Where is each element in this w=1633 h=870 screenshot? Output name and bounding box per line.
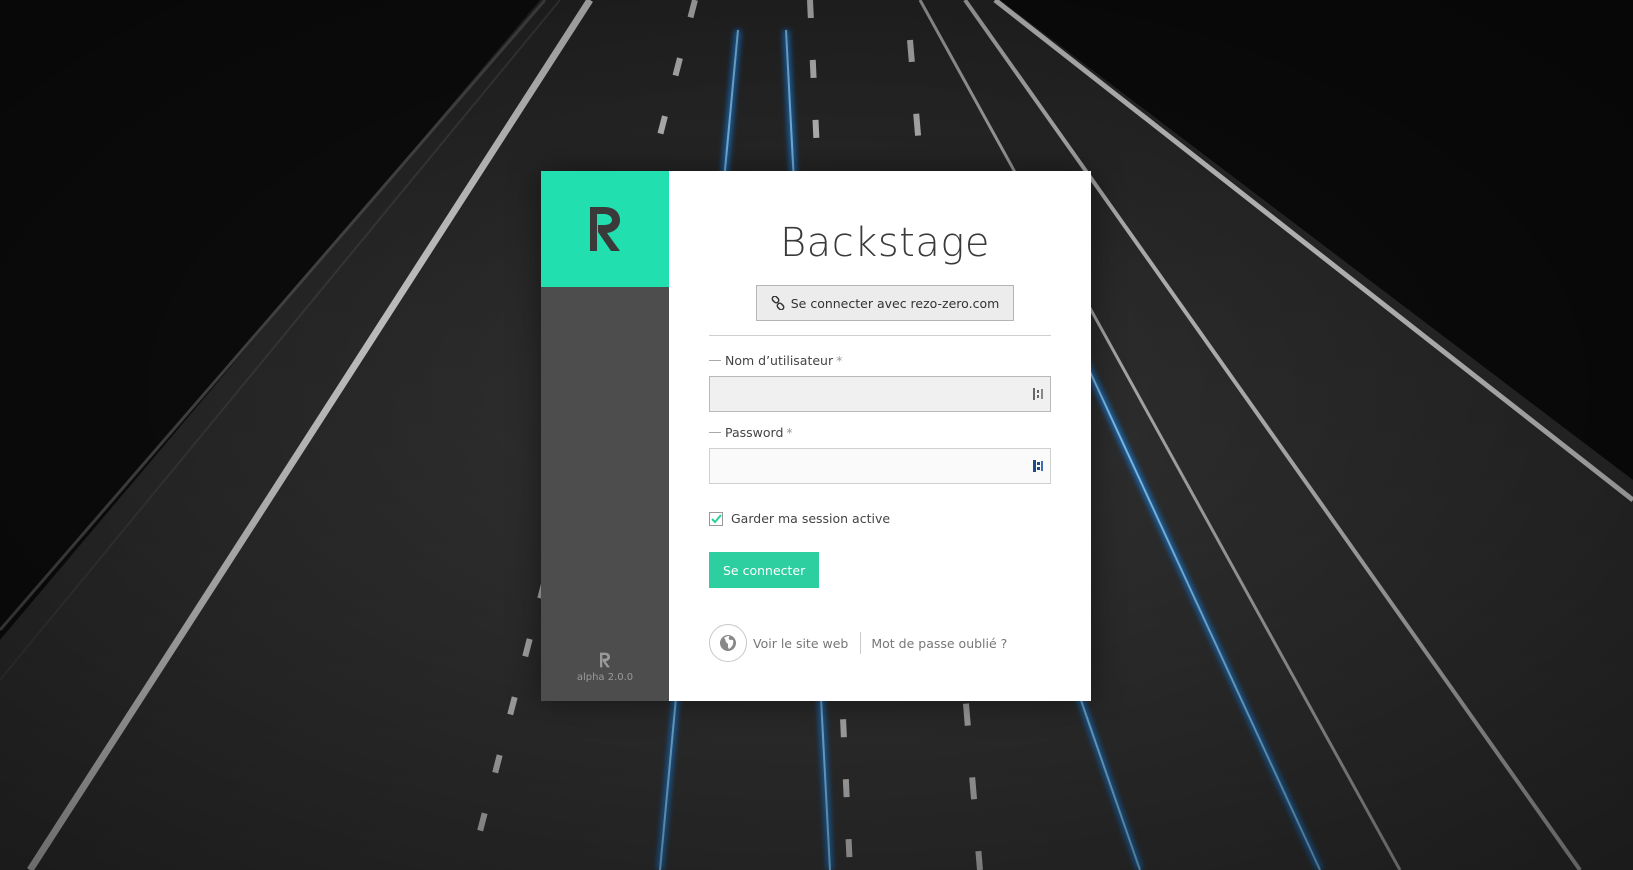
brand-logo-box	[541, 171, 669, 287]
rz-small-logo-icon	[600, 652, 610, 668]
form-divider	[709, 335, 1051, 336]
globe-icon[interactable]	[709, 624, 747, 662]
password-label: Password *	[709, 425, 1051, 440]
link-separator	[860, 632, 862, 654]
brand-sidebar: alpha 2.0.0	[541, 171, 669, 701]
remember-me-label: Garder ma session active	[731, 510, 891, 526]
version-label: alpha 2.0.0	[576, 672, 634, 683]
username-input[interactable]	[709, 376, 1051, 412]
required-mark: *	[786, 425, 793, 440]
username-label-text: Nom d’utilisateur	[725, 353, 834, 368]
username-label: Nom d’utilisateur *	[709, 353, 1051, 368]
password-manager-icon[interactable]	[1033, 459, 1045, 473]
remember-me-checkbox[interactable]	[709, 512, 723, 526]
sso-login-label: Se connecter avec rezo-zero.com	[790, 295, 1000, 311]
remember-me-row: Garder ma session active	[709, 510, 1051, 526]
login-submit-button[interactable]: Se connecter	[709, 552, 820, 588]
sso-login-button[interactable]: Se connecter avec rezo-zero.com	[755, 285, 1015, 321]
view-website-link[interactable]: Voir le site web	[753, 636, 848, 651]
version-footer: alpha 2.0.0	[541, 652, 669, 683]
password-manager-icon[interactable]	[1033, 387, 1045, 401]
footer-links: Voir le site web Mot de passe oublié ?	[709, 624, 1051, 662]
password-input[interactable]	[709, 448, 1051, 484]
login-card: alpha 2.0.0 Backstage Se connecter avec …	[541, 171, 1091, 701]
page-title: Backstage	[779, 220, 990, 266]
rz-logo-icon	[590, 207, 620, 251]
link-icon	[771, 296, 785, 310]
password-label-text: Password	[725, 425, 784, 440]
checkmark-icon	[710, 514, 722, 524]
login-form-panel: Backstage Se connecter avec rezo-zero.co…	[669, 171, 1091, 701]
required-mark: *	[836, 353, 843, 368]
forgot-password-link[interactable]: Mot de passe oublié ?	[871, 636, 1007, 651]
